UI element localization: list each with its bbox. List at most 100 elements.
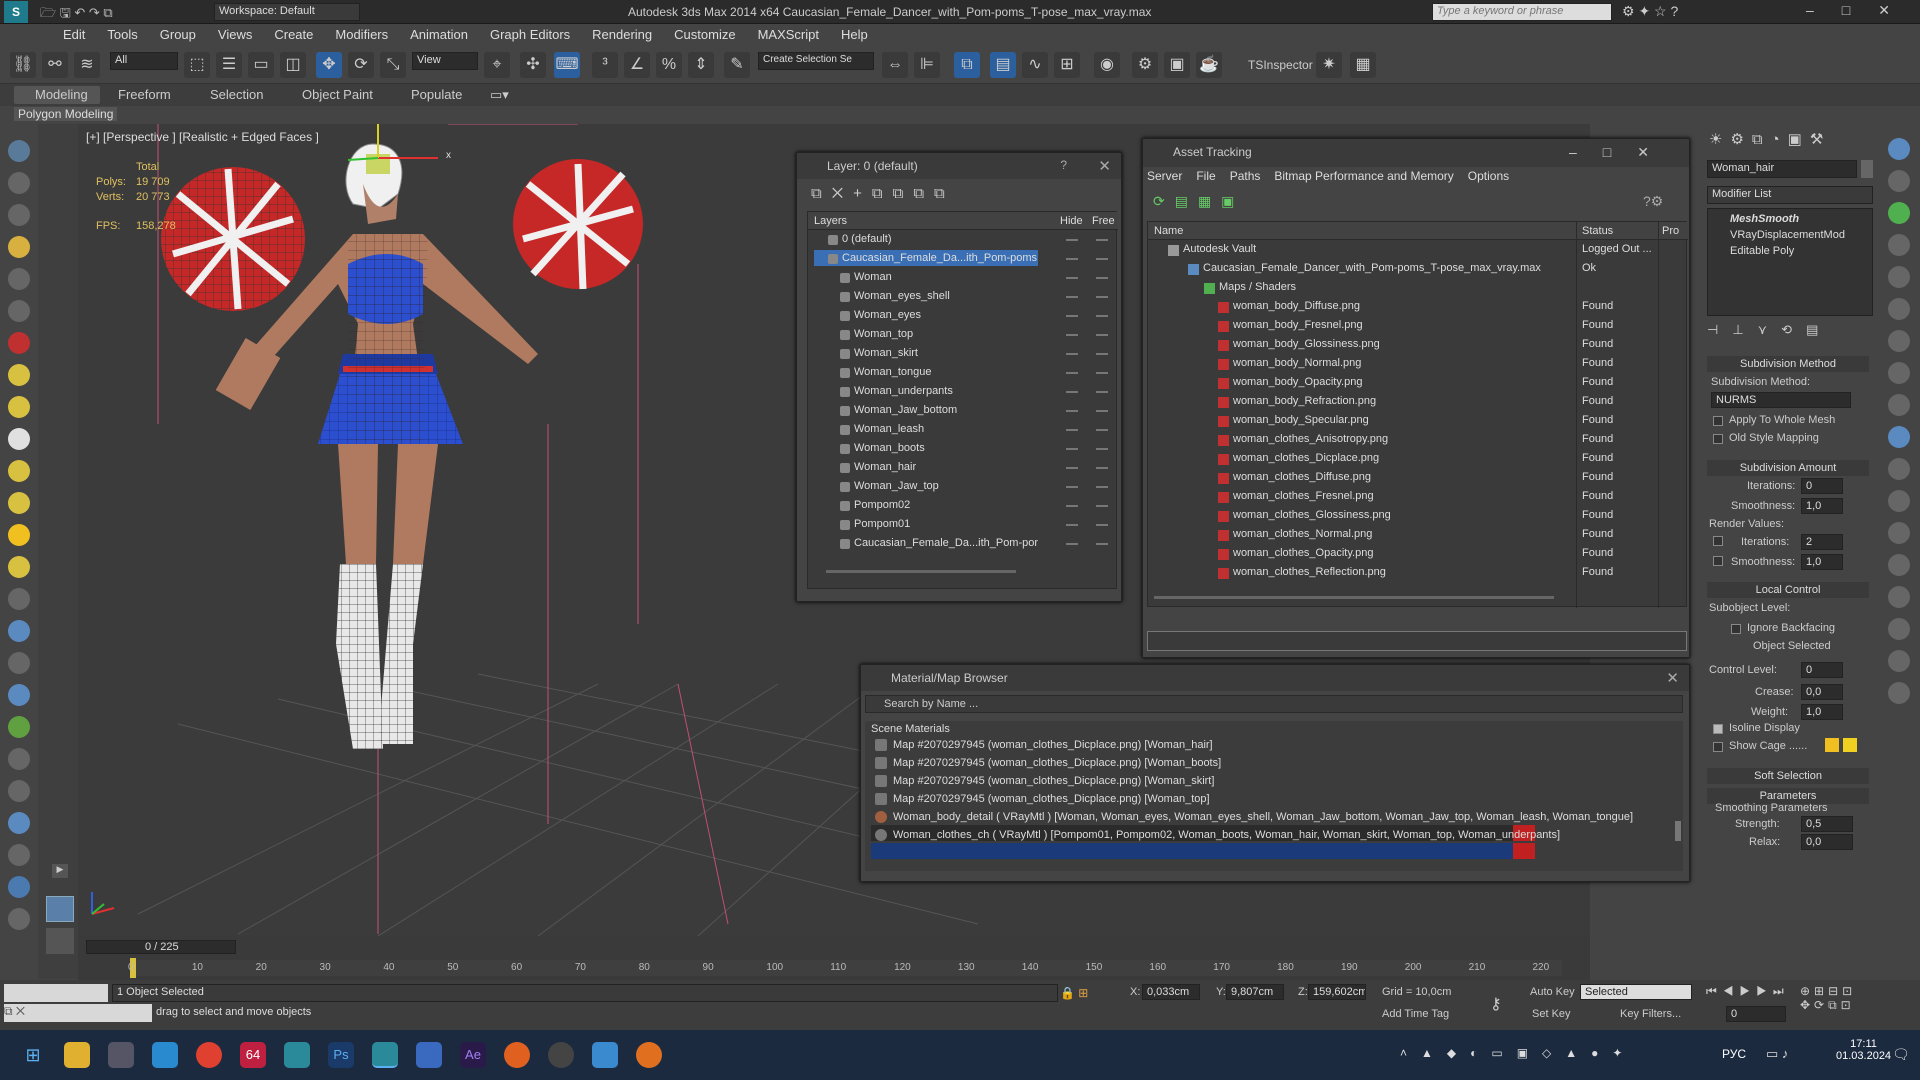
layer-hide-toggle[interactable] — [1066, 239, 1078, 241]
layer-freeze-toggle[interactable] — [1096, 239, 1108, 241]
rendered-frame-icon[interactable]: ▣ — [1164, 52, 1190, 78]
quick-access-toolbar[interactable]: 🗁 🖫 ↶ ↷ ⧉ — [40, 4, 200, 20]
layer-freeze-toggle[interactable] — [1096, 543, 1108, 545]
menu-customize[interactable]: Customize — [663, 24, 746, 45]
menu-create[interactable]: Create — [263, 24, 324, 45]
asset-name[interactable]: woman_clothes_Fresnel.png — [1233, 490, 1374, 502]
col-layers[interactable]: Layers — [814, 215, 847, 227]
col-freeze[interactable]: Free — [1092, 215, 1115, 227]
tab-freeform[interactable]: Freeform — [118, 87, 171, 102]
layer-manager-icon[interactable]: ⧉ — [954, 52, 980, 78]
file-explorer-icon[interactable] — [64, 1042, 90, 1068]
particles-icon[interactable] — [8, 588, 30, 610]
old-style-checkbox[interactable] — [1713, 434, 1723, 444]
select-object-icon[interactable]: ⬚ — [184, 52, 210, 78]
vray-ies-icon[interactable] — [1888, 586, 1910, 608]
window-controls[interactable]: –□✕ — [1806, 2, 1918, 19]
asset-name[interactable]: Maps / Shaders — [1219, 281, 1296, 293]
stack-editable-poly[interactable]: Editable Poly — [1730, 245, 1794, 257]
layer-freeze-toggle[interactable] — [1096, 372, 1108, 374]
rotate-icon[interactable]: ⟳ — [348, 52, 374, 78]
asset-name[interactable]: woman_clothes_Dicplace.png — [1233, 452, 1379, 464]
layer-item[interactable]: Caucasian_Female_Da...ith_Pom-poms — [842, 252, 1037, 264]
col-pro[interactable]: Pro — [1662, 225, 1679, 237]
current-frame-field[interactable]: 0 — [1726, 1006, 1786, 1022]
asset-menu-options[interactable]: Options — [1468, 169, 1509, 183]
vray-light-icon[interactable] — [1888, 202, 1910, 224]
expand-arrow-icon[interactable]: ▶ — [52, 864, 68, 878]
layer-freeze-toggle[interactable] — [1096, 315, 1108, 317]
asset-name[interactable]: woman_clothes_Anisotropy.png — [1233, 433, 1388, 445]
subdivision-amount-header[interactable]: Subdivision Amount — [1707, 460, 1869, 476]
render-production-icon[interactable]: ☕ — [1196, 52, 1222, 78]
layer-help-icon[interactable]: ? — [1060, 158, 1067, 172]
vray-sphere-icon[interactable] — [1888, 394, 1910, 416]
curve-editor-icon[interactable]: ∿ — [1022, 52, 1048, 78]
vray-proxy-icon[interactable] — [8, 876, 30, 898]
after-effects-icon[interactable]: Ae — [460, 1042, 486, 1068]
crease-field[interactable]: 0,0 — [1801, 684, 1843, 700]
workspace-dropdown[interactable]: Workspace: Default — [214, 3, 360, 21]
material-row[interactable]: Map #2070297945 (woman_clothes_Dicplace.… — [893, 739, 1213, 751]
isoline-checkbox[interactable] — [1713, 724, 1723, 734]
torus-primitive-icon[interactable] — [8, 460, 30, 482]
asset-name[interactable]: woman_clothes_Reflection.png — [1233, 566, 1386, 578]
vray-icon[interactable] — [8, 844, 30, 866]
render-smoothness-checkbox[interactable] — [1713, 556, 1723, 566]
render-icon[interactable] — [8, 332, 30, 354]
vray-dome-icon[interactable] — [1888, 266, 1910, 288]
layer-hide-toggle[interactable] — [1066, 429, 1078, 431]
apply-whole-checkbox[interactable] — [1713, 416, 1723, 426]
angle-snap-icon[interactable]: ∠ — [624, 52, 650, 78]
select-manipulate-icon[interactable]: ✣ — [520, 52, 546, 78]
chrome-icon[interactable] — [196, 1042, 222, 1068]
stack-controls[interactable]: ⊣⊥⋎⟲▤ — [1707, 322, 1832, 338]
app-64-icon[interactable]: 64 — [240, 1042, 266, 1068]
layer-freeze-toggle[interactable] — [1096, 296, 1108, 298]
asset-window-controls[interactable]: –□✕ — [1569, 144, 1675, 161]
local-control-header[interactable]: Local Control — [1707, 582, 1869, 598]
modifier-list-dropdown[interactable]: Modifier List — [1707, 186, 1873, 204]
stack-meshsmooth[interactable]: MeshSmooth — [1730, 213, 1799, 225]
menu-animation[interactable]: Animation — [399, 24, 479, 45]
clock[interactable]: 17:11 01.03.2024 — [1836, 1038, 1891, 1062]
pivot-icon[interactable]: ⌖ — [484, 52, 510, 78]
coord-y-field[interactable]: 9,807cm — [1226, 984, 1284, 1000]
camera-app-icon[interactable] — [592, 1042, 618, 1068]
key-icon[interactable]: ⚷ — [1490, 994, 1502, 1014]
snap-3d-icon[interactable]: ³ — [592, 52, 618, 78]
viewport-layout-icon[interactable] — [8, 172, 30, 194]
material-editor-icon[interactable]: ◉ — [1094, 52, 1120, 78]
asset-name[interactable]: woman_body_Fresnel.png — [1233, 319, 1363, 331]
vray-help-icon[interactable] — [1888, 650, 1910, 672]
scale-icon[interactable]: ⤡ — [380, 52, 406, 78]
space-warp-icon[interactable] — [8, 684, 30, 706]
layer-hide-toggle[interactable] — [1066, 296, 1078, 298]
set-key-button[interactable]: Set Key — [1532, 1008, 1571, 1020]
layer-hide-toggle[interactable] — [1066, 258, 1078, 260]
align-icon[interactable]: ⊫ — [914, 52, 940, 78]
foliage-icon[interactable] — [8, 716, 30, 738]
search-input[interactable]: Type a keyword or phrase — [1432, 3, 1612, 21]
menu-edit[interactable]: Edit — [52, 24, 96, 45]
edit-named-sel-icon[interactable]: ✎ — [724, 52, 750, 78]
layer-hscroll[interactable] — [826, 570, 1016, 573]
ts-inspector-label[interactable]: TSInspector — [1248, 58, 1313, 72]
doors-icon[interactable] — [8, 780, 30, 802]
asset-name[interactable]: woman_body_Refraction.png — [1233, 395, 1376, 407]
soft-selection-header[interactable]: Soft Selection — [1707, 768, 1869, 784]
tab-populate[interactable]: Populate — [411, 87, 462, 102]
schematic-view-icon[interactable]: ⊞ — [1054, 52, 1080, 78]
helpers-icon[interactable] — [8, 300, 30, 322]
vray-proxy-right-icon[interactable] — [1888, 426, 1910, 448]
select-tool-icon[interactable] — [8, 140, 30, 162]
move-icon[interactable]: ✥ — [316, 52, 342, 78]
checker-icon[interactable]: ▦ — [1350, 52, 1376, 78]
iterations-field[interactable]: 0 — [1801, 478, 1843, 494]
material-row[interactable]: Map #2070297945 (woman_clothes_Dicplace.… — [893, 775, 1214, 787]
menu-modifiers[interactable]: Modifiers — [324, 24, 399, 45]
layer-hide-toggle[interactable] — [1066, 372, 1078, 374]
viewport-label[interactable]: [+] [Perspective ] [Realistic + Edged Fa… — [86, 130, 319, 144]
asset-menu-paths[interactable]: Paths — [1230, 169, 1261, 183]
layer-hide-toggle[interactable] — [1066, 334, 1078, 336]
